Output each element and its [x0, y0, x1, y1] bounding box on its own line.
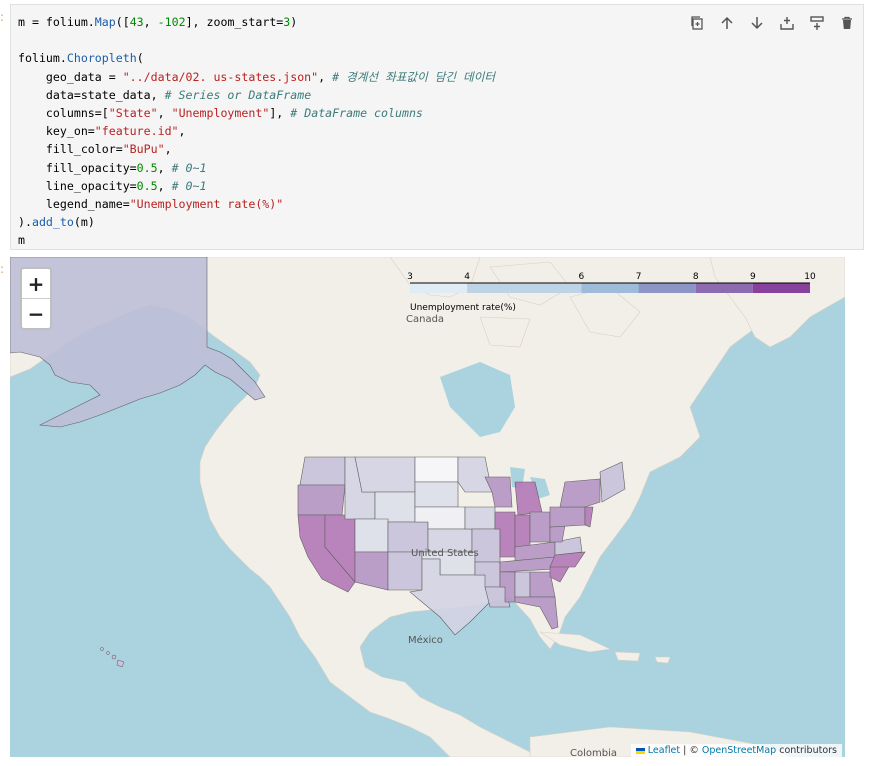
- code-line: geo_data = "../data/02. us-states.json",…: [18, 69, 496, 84]
- legend-swatch: [695, 283, 753, 293]
- state-ohio: [529, 511, 551, 543]
- folium-map[interactable]: Canada United States México Colombia + −…: [10, 257, 845, 757]
- cell-prompt-marker: :: [0, 10, 5, 24]
- leaflet-link[interactable]: Leaflet: [648, 745, 680, 756]
- insert-below-button[interactable]: [805, 11, 829, 35]
- code-line: key_on="feature.id",: [18, 124, 186, 139]
- duplicate-cell-icon: [691, 16, 703, 30]
- code-line: fill_color="BuPu",: [18, 142, 172, 157]
- code-line: columns=["State", "Unemployment"], # Dat…: [18, 105, 423, 120]
- zoom-in-button[interactable]: +: [22, 269, 50, 299]
- legend-tick-label: 8: [693, 272, 699, 282]
- legend-tick-label: 10: [804, 272, 816, 282]
- legend-tick-label: 7: [636, 272, 642, 282]
- code-line: m: [18, 233, 25, 248]
- delete-icon: [842, 16, 852, 29]
- move-up-icon: [721, 16, 733, 29]
- choropleth-legend: 3 4 6 7 8 9 10 Unemployment rate(%): [407, 272, 816, 313]
- code-line: legend_name="Unemployment rate(%)": [18, 196, 284, 211]
- zoom-control: + −: [20, 267, 52, 330]
- insert-above-icon: [780, 17, 794, 30]
- code-line: m = folium.Map([43, -102], zoom_start=3): [18, 15, 298, 29]
- legend-swatch: [467, 283, 582, 293]
- state-montana: [354, 456, 416, 493]
- legend-swatch: [581, 283, 639, 293]
- duplicate-cell-button[interactable]: [685, 11, 709, 35]
- cell-toolbar: [685, 11, 859, 35]
- ukraine-flag-icon: [635, 747, 645, 754]
- move-down-icon: [751, 17, 763, 30]
- state-alabama: [514, 571, 531, 598]
- state-wyoming: [374, 491, 416, 523]
- legend-swatch: [638, 283, 696, 293]
- legend-title: Unemployment rate(%): [410, 303, 516, 313]
- state-west-virginia: [549, 524, 566, 543]
- move-up-button[interactable]: [715, 11, 739, 35]
- legend-swatch: [752, 283, 810, 293]
- output-prompt-marker: :: [0, 262, 5, 276]
- code-line: ).add_to(m): [18, 215, 95, 230]
- legend-tick-label: 3: [407, 272, 413, 282]
- code-line: folium.Choropleth(: [18, 51, 144, 66]
- label-canada: Canada: [406, 314, 445, 325]
- state-utah: [354, 518, 389, 553]
- code-line: line_opacity=0.5, # 0~1: [18, 178, 207, 193]
- state-indiana: [514, 514, 531, 548]
- attribution-rest: contributors: [776, 745, 837, 756]
- state-washington: [299, 456, 346, 486]
- move-down-button[interactable]: [745, 11, 769, 35]
- label-colombia: Colombia: [570, 748, 617, 757]
- zoom-out-button[interactable]: −: [22, 299, 50, 328]
- state-new-york: [559, 478, 601, 508]
- state-pennsylvania: [549, 506, 586, 528]
- map-tiles[interactable]: [10, 257, 845, 757]
- legend-swatch: [410, 283, 468, 293]
- state-north-dakota: [414, 456, 459, 483]
- code-line: fill_opacity=0.5, # 0~1: [18, 160, 207, 175]
- state-south-dakota: [414, 481, 459, 508]
- legend-tick-label: 6: [579, 272, 585, 282]
- label-usa: United States: [411, 548, 479, 559]
- osm-link[interactable]: OpenStreetMap: [702, 745, 776, 756]
- label-mexico: México: [408, 635, 443, 646]
- attribution-sep: | ©: [680, 745, 702, 756]
- code-cell[interactable]: m = folium.Map([43, -102], zoom_start=3)…: [10, 4, 864, 250]
- code-line: data=state_data, # Series or DataFrame: [18, 87, 312, 102]
- delete-cell-button[interactable]: [835, 11, 859, 35]
- map-attribution: Leaflet | © OpenStreetMap contributors: [630, 744, 842, 757]
- code-editor[interactable]: m = folium.Map([43, -102], zoom_start=3)…: [18, 13, 495, 249]
- state-oregon: [297, 484, 346, 516]
- insert-above-button[interactable]: [775, 11, 799, 35]
- state-iowa: [464, 506, 496, 530]
- insert-below-icon: [810, 16, 824, 30]
- legend-tick-label: 4: [464, 272, 470, 282]
- legend-tick-label: 9: [750, 272, 756, 282]
